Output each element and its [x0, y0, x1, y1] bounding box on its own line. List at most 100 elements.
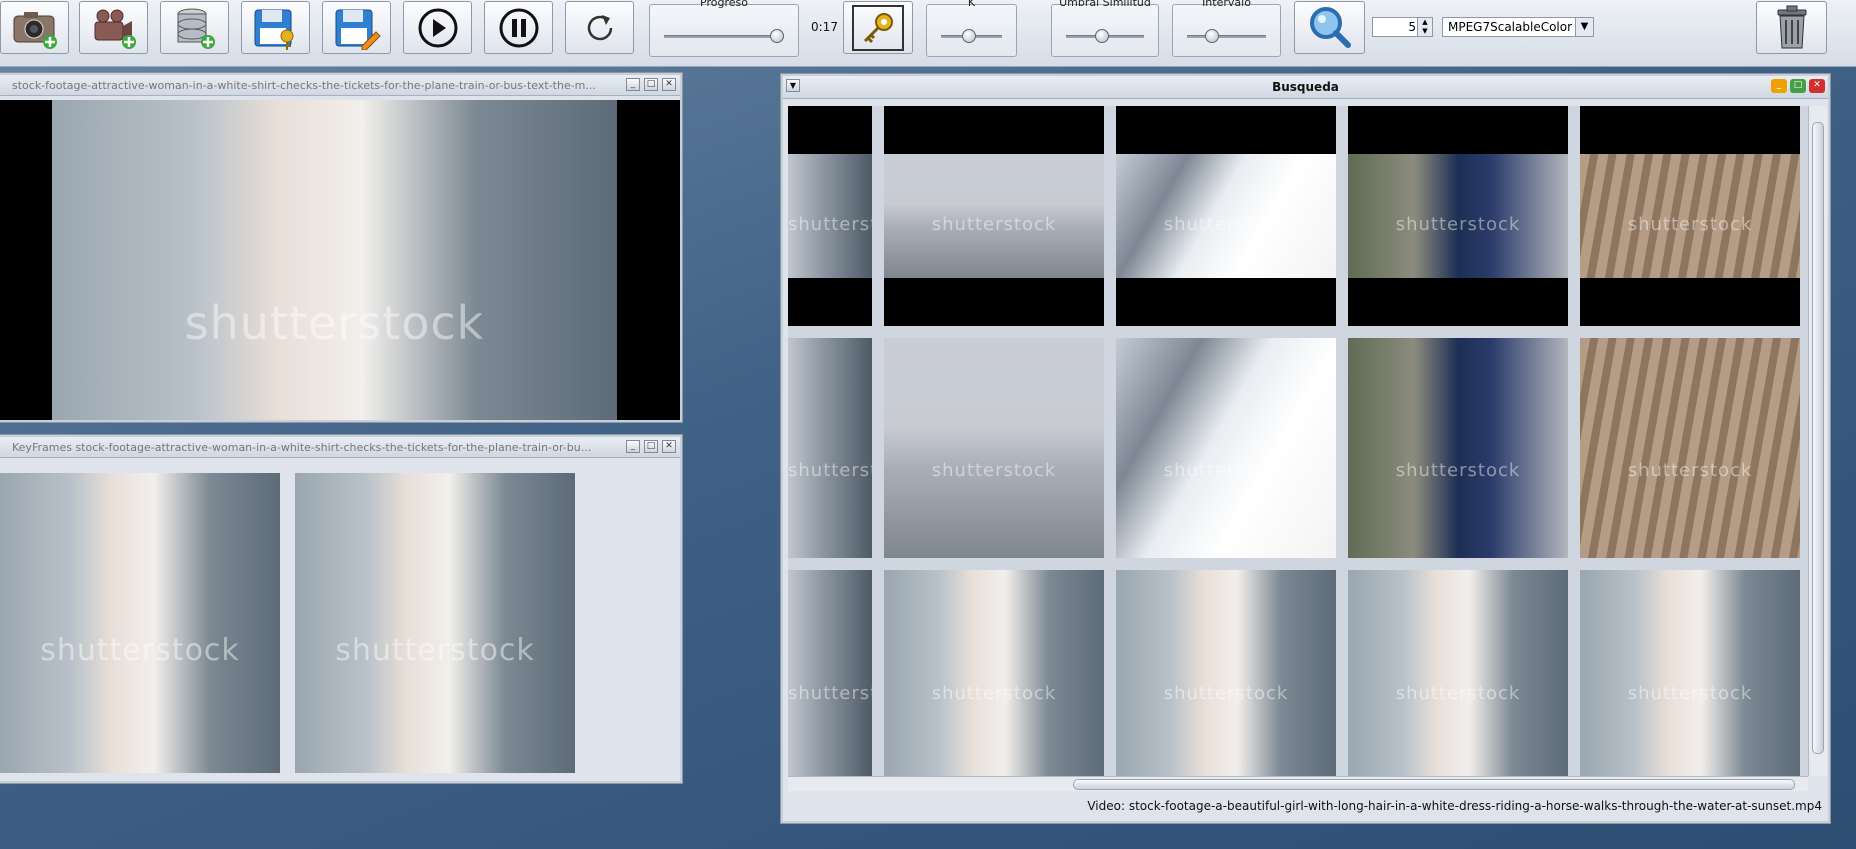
watermark: shutterstock: [40, 633, 240, 668]
k-slider-thumb[interactable]: [962, 29, 977, 43]
thumbnail-image: shutterstock: [1580, 154, 1800, 278]
status-text: Video: stock-footage-a-beautiful-girl-wi…: [1087, 799, 1822, 813]
chevron-down-icon[interactable]: ▼: [1575, 18, 1593, 36]
thumbnail-image: shutterstock: [1580, 570, 1800, 776]
result-thumbnail[interactable]: shutterstock: [788, 338, 872, 558]
keyframe-thumbnail[interactable]: shutterstock: [0, 473, 280, 773]
open-image-button[interactable]: [0, 1, 69, 54]
progress-label: Progreso: [700, 0, 748, 9]
intervalo-slider-thumb[interactable]: [1204, 29, 1219, 43]
thumbnail-image: shutterstock: [884, 154, 1104, 278]
watermark: shutterstock: [1163, 682, 1289, 704]
scrollbar-thumb[interactable]: [1073, 779, 1795, 790]
thumbnail-image: shutterstock: [1116, 338, 1336, 558]
watermark: shutterstock: [788, 460, 872, 481]
play-icon: [418, 8, 457, 47]
descriptor-select[interactable]: MPEG7ScalableColor ▼: [1442, 17, 1594, 37]
result-thumbnail[interactable]: shutterstock: [1116, 570, 1336, 776]
keyframes-button[interactable]: [843, 1, 913, 54]
result-thumbnail[interactable]: shutterstock: [1348, 570, 1568, 776]
close-button[interactable]: ✕: [1809, 79, 1825, 93]
thumbnail-image: shutterstock: [1580, 338, 1800, 558]
search-window-titlebar[interactable]: ▼ Busqueda _ □ ✕: [783, 76, 1828, 99]
thumbnail-image: shutterstock: [788, 154, 872, 278]
minimize-button[interactable]: _: [626, 78, 640, 91]
close-button[interactable]: ✕: [662, 440, 676, 453]
pause-button[interactable]: [484, 1, 553, 54]
thumbnail-image: shutterstock: [1348, 338, 1568, 558]
progress-track: [664, 35, 784, 38]
minimize-button[interactable]: _: [626, 440, 640, 453]
toolbar: Progreso 0:17 K Umbral Similitud Interva…: [0, 0, 1856, 67]
result-thumbnail[interactable]: shutterstock: [1348, 106, 1568, 326]
spinner-arrows[interactable]: ▲ ▼: [1417, 18, 1432, 36]
scrollbar-thumb[interactable]: [1812, 122, 1824, 754]
trash-icon: [1777, 5, 1806, 48]
maximize-button[interactable]: □: [1790, 79, 1806, 93]
watermark: shutterstock: [184, 295, 485, 350]
result-thumbnail[interactable]: shutterstock: [884, 570, 1104, 776]
thumbnail-image: shutterstock: [884, 338, 1104, 558]
keyframes-window-title: KeyFrames stock-footage-attractive-woman…: [12, 441, 592, 454]
search-button[interactable]: [1294, 1, 1365, 54]
result-thumbnail[interactable]: shutterstock: [788, 570, 872, 776]
spinner-value: 5: [1408, 20, 1416, 34]
maximize-button[interactable]: □: [644, 440, 658, 453]
k-label: K: [967, 0, 976, 9]
result-thumbnail[interactable]: shutterstock: [1348, 338, 1568, 558]
search-window-title: Busqueda: [1272, 80, 1339, 94]
keyframes-window-titlebar[interactable]: KeyFrames stock-footage-attractive-woman…: [0, 437, 680, 458]
play-button[interactable]: [403, 1, 472, 54]
umbral-slider-thumb[interactable]: [1095, 29, 1110, 43]
add-database-button[interactable]: [160, 1, 229, 54]
database-add-icon: [177, 8, 215, 49]
watermark: shutterstock: [1627, 213, 1753, 235]
video-window-titlebar[interactable]: stock-footage-attractive-woman-in-a-whit…: [0, 75, 680, 96]
open-video-button[interactable]: [79, 1, 148, 54]
watermark: shutterstock: [1163, 460, 1289, 481]
watermark: shutterstock: [788, 213, 872, 235]
results-count-spinner[interactable]: 5 ▲ ▼: [1372, 17, 1433, 37]
umbral-panel: Umbral Similitud: [1051, 0, 1159, 57]
result-thumbnail[interactable]: shutterstock: [1116, 106, 1336, 326]
result-thumbnail[interactable]: shutterstock: [884, 338, 1104, 558]
horizontal-scrollbar[interactable]: [788, 776, 1808, 791]
watermark: shutterstock: [788, 682, 872, 704]
watermark: shutterstock: [335, 633, 535, 668]
save-key-button[interactable]: [241, 1, 310, 54]
progress-slider-thumb[interactable]: [769, 29, 784, 43]
watermark: shutterstock: [1395, 460, 1521, 481]
result-thumbnail[interactable]: shutterstock: [1580, 570, 1800, 776]
video-frame: shutterstock: [52, 100, 617, 420]
result-thumbnail[interactable]: shutterstock: [1116, 338, 1336, 558]
result-thumbnail[interactable]: shutterstock: [884, 106, 1104, 326]
watermark: shutterstock: [931, 682, 1057, 704]
save-edit-button[interactable]: [322, 1, 391, 54]
result-thumbnail[interactable]: shutterstock: [1580, 106, 1800, 326]
result-thumbnail[interactable]: shutterstock: [1580, 338, 1800, 558]
watermark: shutterstock: [1627, 460, 1753, 481]
video-player[interactable]: shutterstock: [0, 100, 680, 420]
thumbnail-image: shutterstock: [1348, 570, 1568, 776]
k-panel: K: [926, 0, 1017, 57]
video-window-title: stock-footage-attractive-woman-in-a-whit…: [12, 79, 596, 92]
result-thumbnail[interactable]: shutterstock: [788, 106, 872, 326]
refresh-icon: [587, 14, 612, 40]
intervalo-panel: Intervalo: [1172, 0, 1281, 57]
thumbnail-image: shutterstock: [1348, 154, 1568, 278]
floppy-key-icon: [254, 9, 293, 50]
umbral-label: Umbral Similitud: [1059, 0, 1151, 9]
keyframe-thumbnail[interactable]: shutterstock: [295, 473, 575, 773]
watermark: shutterstock: [931, 213, 1057, 235]
thumbnail-image: shutterstock: [1116, 570, 1336, 776]
watermark: shutterstock: [1163, 213, 1289, 235]
close-button[interactable]: ✕: [662, 78, 676, 91]
thumbnail-image: shutterstock: [884, 570, 1104, 776]
minimize-button[interactable]: _: [1771, 79, 1787, 93]
maximize-button[interactable]: □: [644, 78, 658, 91]
intervalo-track: [1187, 35, 1266, 38]
vertical-scrollbar[interactable]: [1808, 106, 1827, 776]
progress-panel: Progreso: [649, 0, 799, 57]
delete-button[interactable]: [1756, 1, 1827, 54]
reset-button[interactable]: [565, 1, 634, 54]
